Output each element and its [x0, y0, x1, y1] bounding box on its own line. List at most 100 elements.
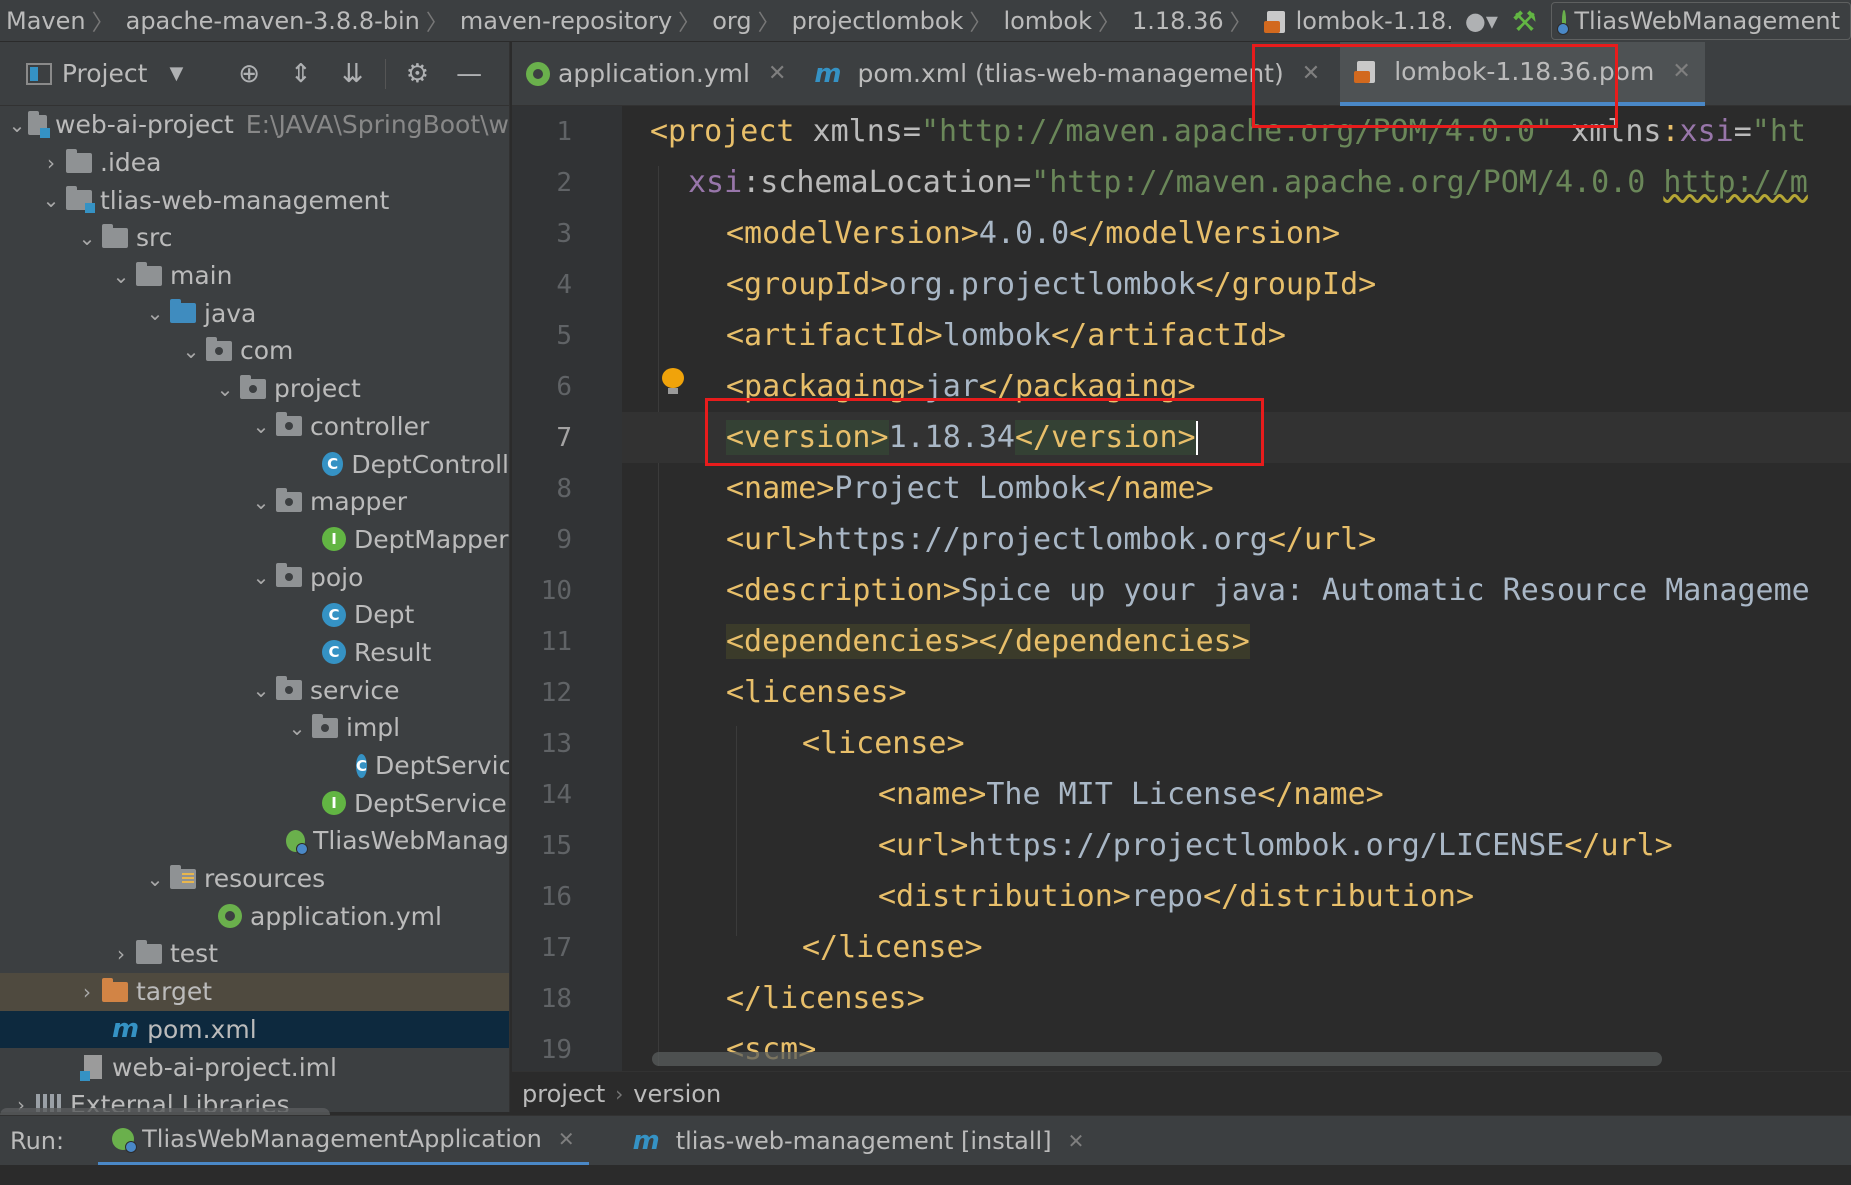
- breadcrumb-apache-maven[interactable]: apache-maven-3.8.8-bin: [120, 7, 424, 35]
- tree-item-target[interactable]: › target: [0, 972, 509, 1011]
- editor-horizontal-scrollbar[interactable]: [652, 1052, 1662, 1066]
- close-icon[interactable]: ✕: [768, 61, 786, 86]
- xml-breadcrumb-project[interactable]: project: [522, 1080, 605, 1108]
- close-icon[interactable]: ✕: [1302, 61, 1320, 86]
- expand-all-icon[interactable]: ⇕: [275, 59, 327, 89]
- code-line-1: <project xmlns= "http://maven.apache.org/…: [650, 114, 1806, 149]
- line-number: 18: [540, 984, 572, 1014]
- tree-item-resources[interactable]: ⌄ resources: [0, 860, 509, 898]
- chevron-down-icon[interactable]: ⌄: [106, 264, 136, 288]
- tree-item-label: src: [136, 223, 173, 253]
- breadcrumb-separator: 〉: [678, 10, 701, 36]
- line-number: 6: [556, 372, 572, 402]
- tree-item-idea[interactable]: › .idea: [0, 144, 509, 182]
- package-icon: [240, 374, 266, 399]
- tree-item-com[interactable]: ⌄ com: [0, 332, 509, 370]
- breadcrumb-separator: 〉: [91, 10, 114, 36]
- tree-item-dept-controller[interactable]: C DeptControll: [0, 445, 509, 483]
- tree-item-service[interactable]: ⌄ service: [0, 671, 509, 709]
- locate-file-icon[interactable]: ⊕: [223, 59, 275, 89]
- tree-item-application-class[interactable]: TliasWebManag: [0, 822, 509, 860]
- breadcrumb-separator: 〉: [969, 10, 992, 36]
- collapse-all-icon[interactable]: ⇊: [327, 59, 379, 89]
- class-icon: C: [322, 640, 346, 665]
- code-line-17: </license>: [802, 930, 983, 965]
- close-icon[interactable]: ✕: [558, 1127, 575, 1151]
- chevron-down-icon[interactable]: ⌄: [140, 867, 170, 891]
- breadcrumb-org[interactable]: org: [706, 7, 755, 35]
- schema-location-link[interactable]: http://m: [1663, 165, 1808, 200]
- tree-item-application-yml[interactable]: application.yml: [0, 897, 509, 935]
- code-line-2: xsi:schemaLocation= "http://maven.apache.…: [688, 165, 1808, 200]
- build-hammer-icon[interactable]: ⚒: [1512, 5, 1537, 38]
- chevron-down-icon[interactable]: ⌄: [210, 377, 240, 401]
- tree-item-java[interactable]: ⌄ java: [0, 294, 509, 332]
- chevron-down-icon[interactable]: ⌄: [246, 490, 276, 514]
- tree-item-iml[interactable]: web-ai-project.iml: [0, 1048, 509, 1086]
- name-value: Project Lombok: [834, 471, 1088, 506]
- tree-item-tlias-web-management[interactable]: ⌄ tlias-web-management: [0, 181, 509, 219]
- breadcrumb-version[interactable]: 1.18.36: [1126, 7, 1228, 35]
- close-icon[interactable]: ✕: [1068, 1129, 1085, 1153]
- tree-item-test[interactable]: › test: [0, 935, 509, 973]
- lightbulb-icon[interactable]: [662, 368, 684, 394]
- tree-item-impl[interactable]: ⌄ impl: [0, 709, 509, 747]
- tree-item-label: com: [240, 336, 294, 366]
- url-value: https://projectlombok.org: [816, 522, 1268, 557]
- hide-panel-icon[interactable]: —: [443, 59, 495, 89]
- breadcrumb-maven[interactable]: Maven: [0, 7, 90, 35]
- tab-application-yml[interactable]: application.yml ✕: [512, 42, 800, 106]
- code-editor[interactable]: <project xmlns= "http://maven.apache.org/…: [622, 106, 1851, 1071]
- chevron-down-icon[interactable]: ⌄: [72, 226, 102, 250]
- chevron-right-icon[interactable]: ›: [106, 942, 136, 966]
- tree-item-project[interactable]: ⌄ project: [0, 370, 509, 408]
- spring-boot-icon: [1556, 10, 1571, 35]
- chevron-down-icon[interactable]: ⌄: [282, 716, 312, 740]
- gear-icon[interactable]: ⚙: [392, 59, 444, 89]
- breadcrumb-maven-repository[interactable]: maven-repository: [454, 7, 676, 35]
- line-number: 17: [540, 933, 572, 963]
- folder-icon: [102, 223, 128, 248]
- chevron-down-icon[interactable]: ▼: [169, 63, 183, 84]
- tree-item-result[interactable]: C Result: [0, 634, 509, 672]
- user-icon[interactable]: ●▾: [1465, 7, 1498, 35]
- close-icon[interactable]: ✕: [1672, 59, 1690, 84]
- run-configuration-selector[interactable]: TliasWebManagement: [1551, 2, 1851, 40]
- tree-item-web-ai-project[interactable]: ⌄ web-ai-project E:\JAVA\SpringBoot\w: [0, 106, 509, 144]
- project-view-selector[interactable]: Project: [62, 59, 148, 88]
- breadcrumb-lombok[interactable]: lombok: [997, 7, 1096, 35]
- chevron-right-icon[interactable]: ›: [36, 151, 66, 175]
- run-tab-application[interactable]: TliasWebManagementApplication ✕: [98, 1116, 589, 1166]
- tree-item-dept-service-impl[interactable]: C DeptServic: [0, 747, 509, 785]
- chevron-down-icon[interactable]: ⌄: [176, 339, 206, 363]
- tree-item-pojo[interactable]: ⌄ pojo: [0, 558, 509, 596]
- xml-breadcrumb-version[interactable]: version: [633, 1080, 721, 1108]
- chevron-down-icon[interactable]: ⌄: [246, 678, 276, 702]
- line-number: 16: [540, 882, 572, 912]
- chevron-down-icon[interactable]: ⌄: [140, 301, 170, 325]
- chevron-right-icon[interactable]: ›: [72, 980, 102, 1004]
- tree-item-pom-xml[interactable]: m pom.xml: [0, 1010, 509, 1049]
- code-line-10: <description> Spice up your java: Automat…: [726, 573, 1810, 608]
- breadcrumb-projectlombok[interactable]: projectlombok: [786, 7, 968, 35]
- tree-item-src[interactable]: ⌄ src: [0, 219, 509, 257]
- tab-label: pom.xml (tlias-web-management): [857, 59, 1284, 88]
- run-tab-maven-install[interactable]: m tlias-web-management [install] ✕: [619, 1116, 1099, 1166]
- tree-item-dept[interactable]: C Dept: [0, 596, 509, 634]
- module-file-icon: [80, 1055, 102, 1082]
- chevron-down-icon[interactable]: ⌄: [6, 113, 28, 137]
- tree-item-dept-service[interactable]: I DeptService: [0, 784, 509, 822]
- version-value[interactable]: 1.18.34: [889, 420, 1015, 455]
- chevron-down-icon[interactable]: ⌄: [36, 188, 66, 212]
- tab-pom-xml[interactable]: m pom.xml (tlias-web-management) ✕: [800, 42, 1334, 106]
- tree-item-dept-mapper[interactable]: I DeptMapper: [0, 521, 509, 559]
- line-number: 1: [556, 117, 572, 147]
- chevron-down-icon[interactable]: ⌄: [246, 565, 276, 589]
- tree-item-controller[interactable]: ⌄ controller: [0, 408, 509, 446]
- tree-item-main[interactable]: ⌄ main: [0, 257, 509, 295]
- spring-boot-icon: [286, 829, 309, 855]
- source-folder-icon: [170, 299, 196, 324]
- tab-lombok-pom[interactable]: lombok-1.18.36.pom ✕: [1340, 41, 1705, 106]
- chevron-down-icon[interactable]: ⌄: [246, 414, 276, 438]
- tree-item-mapper[interactable]: ⌄ mapper: [0, 483, 509, 521]
